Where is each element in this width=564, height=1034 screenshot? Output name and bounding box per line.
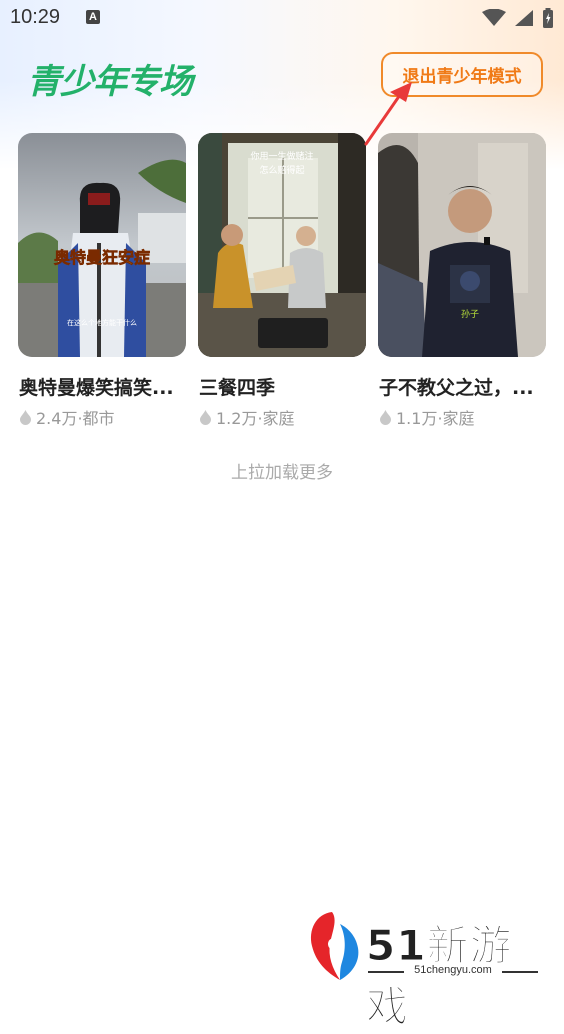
- video-category: ·都市: [77, 409, 115, 428]
- thumbnail-image: 你用一生做赌注 怎么赔得起: [198, 133, 366, 357]
- video-card[interactable]: 你用一生做赌注 怎么赔得起 三餐四季 1.2万 ·家庭: [198, 133, 366, 428]
- view-count: 1.1万: [396, 409, 438, 428]
- thumbnail-image: 孙子: [378, 133, 546, 357]
- annotation-arrow-icon: [364, 82, 412, 146]
- video-card[interactable]: 奥特曼狂安症 在这么个地方能干什么 奥特曼爆笑搞笑... 2.4万 ·都市: [18, 133, 186, 428]
- thumbnail-caption: 你用一生做赌注: [250, 150, 313, 162]
- brand-logo: 青少年专场: [27, 62, 193, 102]
- video-meta: 1.2万 ·家庭: [199, 405, 295, 429]
- status-icons: [482, 8, 554, 28]
- video-card[interactable]: 孙子 子不教父之过，... 1.1万 ·家庭: [378, 133, 546, 428]
- view-count: 1.2万: [216, 409, 258, 428]
- video-thumbnail[interactable]: 奥特曼狂安症 在这么个地方能干什么: [18, 133, 186, 357]
- video-meta: 1.1万 ·家庭: [379, 405, 475, 429]
- thumbnail-image: 奥特曼狂安症 在这么个地方能干什么: [18, 133, 186, 357]
- view-count: 2.4万: [36, 409, 78, 428]
- svg-text:怎么赔得起: 怎么赔得起: [259, 164, 304, 176]
- flame-icon: [200, 409, 211, 425]
- thumbnail-caption: 孙子: [461, 308, 479, 320]
- video-category: ·家庭: [257, 409, 295, 428]
- thumbnail-caption: 奥特曼狂安症: [54, 248, 150, 267]
- thumbnail-subcaption: 在这么个地方能干什么: [67, 318, 137, 327]
- site-watermark: 51新游戏 51chengyu.com: [306, 910, 546, 1032]
- watermark-url: 51chengyu.com: [414, 964, 492, 976]
- video-thumbnail[interactable]: 孙子: [378, 133, 546, 357]
- a-notification-icon: A: [86, 10, 100, 24]
- flame-icon: [380, 409, 391, 425]
- video-title[interactable]: 子不教父之过，...: [379, 373, 549, 400]
- status-bar: 10:29 A: [0, 0, 564, 36]
- video-category: ·家庭: [437, 409, 475, 428]
- video-thumbnail[interactable]: 你用一生做赌注 怎么赔得起: [198, 133, 366, 357]
- video-meta: 2.4万 ·都市: [19, 405, 115, 429]
- signal-icon: [515, 10, 533, 26]
- watermark-logo-icon: [310, 912, 359, 980]
- battery-icon: [543, 8, 553, 28]
- flame-icon: [20, 409, 31, 425]
- wifi-icon: [482, 9, 506, 26]
- load-more-hint: 上拉加载更多: [231, 463, 333, 483]
- video-title[interactable]: 奥特曼爆笑搞笑...: [19, 373, 189, 400]
- status-time: 10:29: [10, 6, 61, 28]
- video-title[interactable]: 三餐四季: [199, 373, 369, 400]
